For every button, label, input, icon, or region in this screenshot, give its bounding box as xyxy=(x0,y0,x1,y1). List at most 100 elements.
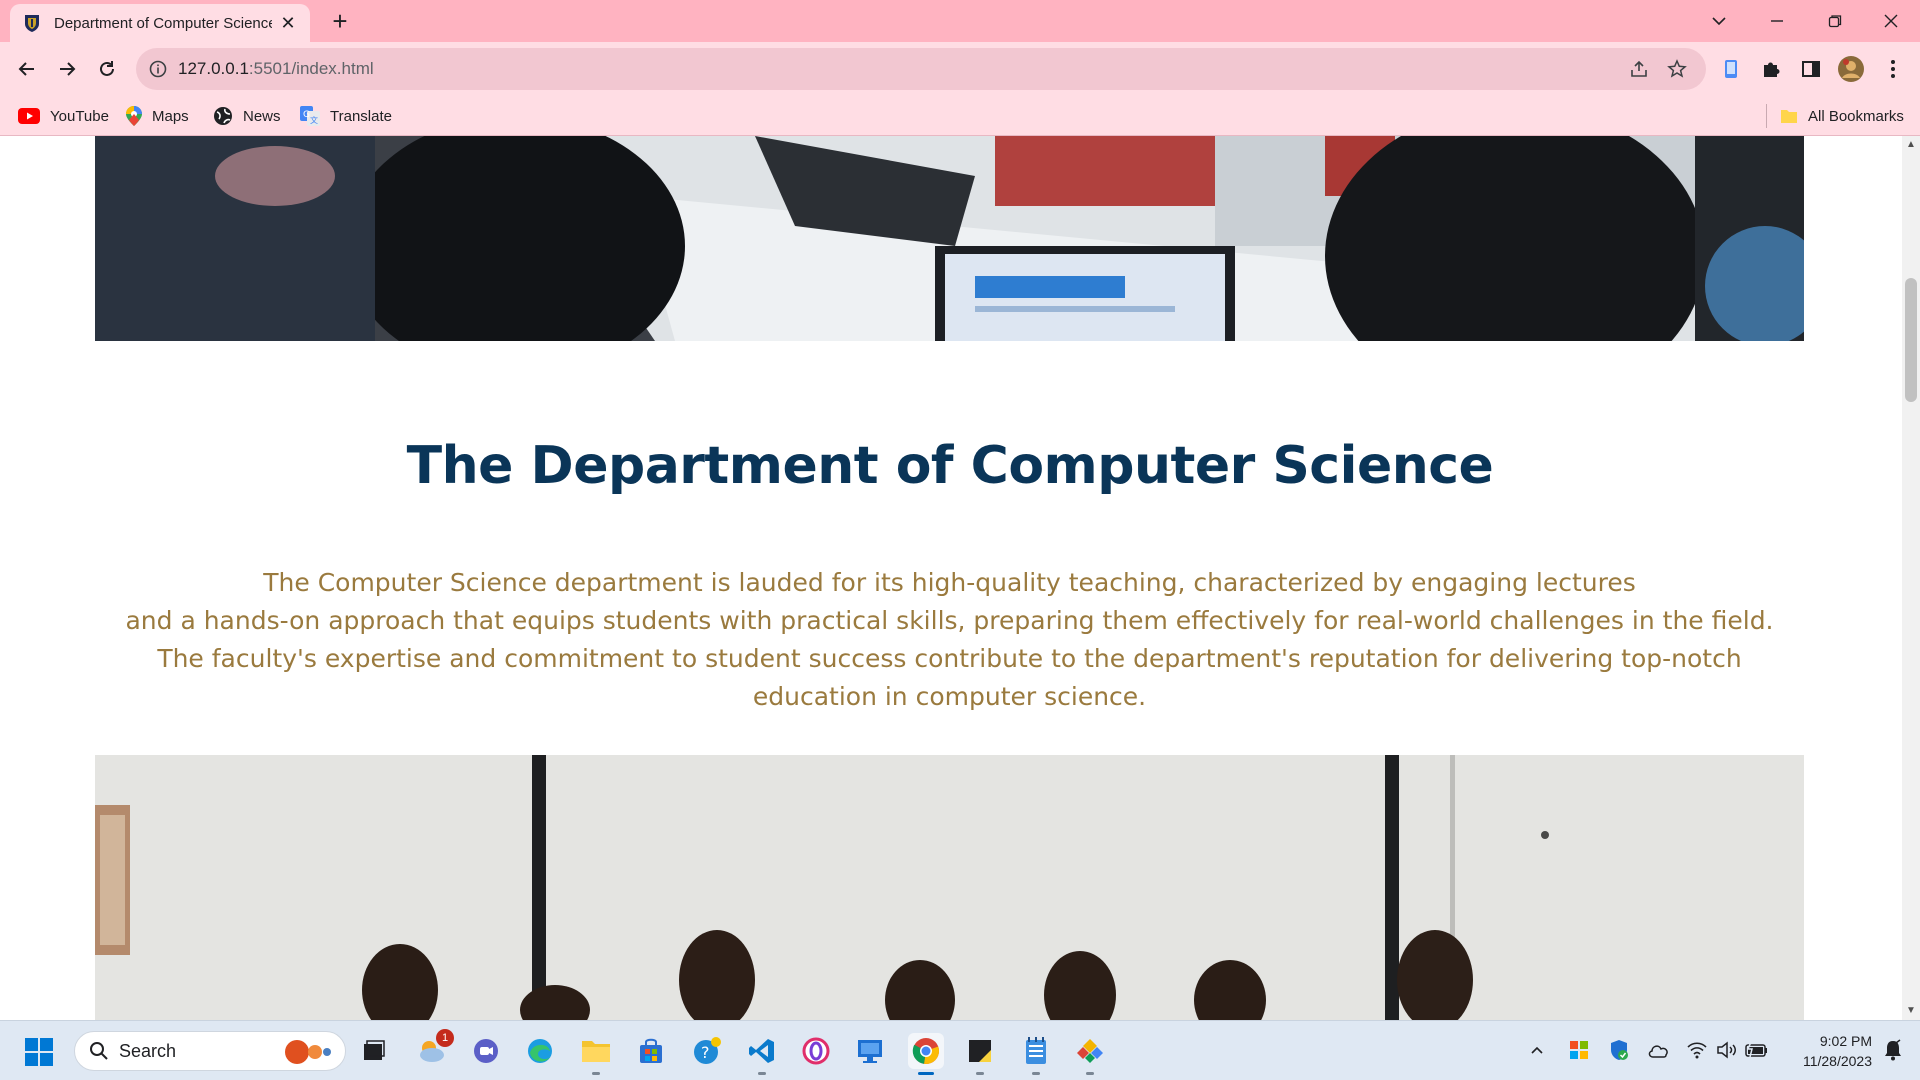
avatar-icon xyxy=(1838,56,1864,82)
restore-button[interactable] xyxy=(1806,0,1864,42)
tray-volume[interactable] xyxy=(1714,1037,1740,1063)
translate-extension-icon xyxy=(1725,60,1737,78)
chevron-up-icon xyxy=(1531,1046,1543,1054)
vscode-icon xyxy=(749,1039,774,1063)
close-icon xyxy=(1884,14,1898,28)
taskbar-app-design-tool[interactable] xyxy=(1072,1033,1108,1075)
svg-text:G: G xyxy=(303,110,310,120)
maps-pin-icon xyxy=(126,106,142,126)
students-photo xyxy=(95,755,1804,1020)
chrome-menu-button[interactable] xyxy=(1880,56,1906,82)
windows-start-icon[interactable] xyxy=(24,1037,54,1067)
new-tab-button[interactable]: + xyxy=(326,8,354,36)
speaker-icon xyxy=(1717,1041,1736,1059)
page-viewport: The Department of Computer Science The C… xyxy=(0,136,1920,1020)
reload-button[interactable] xyxy=(92,54,122,84)
clock-date: 11/28/2023 xyxy=(1802,1053,1872,1069)
notification-badge: 1 xyxy=(436,1029,454,1047)
browser-toolbar: 127.0.0.1:5501/index.html xyxy=(0,42,1920,96)
help-question-icon: ? xyxy=(694,1037,721,1064)
url-text[interactable]: 127.0.0.1:5501/index.html xyxy=(178,59,374,79)
chevron-down-icon xyxy=(1712,17,1726,26)
tab-close-icon[interactable]: ✕ xyxy=(278,13,298,33)
bookmarks-divider xyxy=(1766,104,1767,128)
scroll-up-arrow-icon[interactable]: ▲ xyxy=(1902,136,1920,154)
show-hidden-icons-button[interactable] xyxy=(1524,1037,1550,1063)
description-line: The faculty's expertise and commitment t… xyxy=(157,644,1742,673)
bookmark-translate-label: Translate xyxy=(330,107,392,125)
bookmark-maps[interactable]: Maps xyxy=(126,104,189,128)
kebab-menu-icon xyxy=(1891,60,1895,78)
folder-icon xyxy=(582,1041,610,1062)
taskbar-app-store[interactable] xyxy=(633,1033,669,1069)
minimize-button[interactable] xyxy=(1748,0,1806,42)
site-info-icon[interactable] xyxy=(148,59,168,79)
translate-icon: G文 xyxy=(300,106,320,126)
close-window-button[interactable] xyxy=(1862,0,1920,42)
taskbar-app-task-view[interactable] xyxy=(356,1033,392,1069)
tray-battery[interactable] xyxy=(1744,1037,1770,1063)
diamond-shapes-icon xyxy=(1077,1039,1103,1063)
taskbar-app-chrome[interactable] xyxy=(908,1033,944,1075)
minimize-icon xyxy=(1771,20,1783,22)
forward-button[interactable] xyxy=(52,54,82,84)
back-button[interactable] xyxy=(12,54,42,84)
bookmark-news-label: News xyxy=(243,107,281,125)
tray-wifi[interactable] xyxy=(1684,1037,1710,1063)
share-icon[interactable] xyxy=(1628,58,1650,80)
taskbar-app-teams-chat[interactable] xyxy=(468,1033,504,1069)
running-indicator xyxy=(592,1072,600,1075)
url-path: :5501/index.html xyxy=(248,59,374,78)
bookmark-youtube-label: YouTube xyxy=(50,107,109,125)
tray-onedrive[interactable] xyxy=(1646,1037,1672,1063)
tray-notifications[interactable] xyxy=(1880,1037,1906,1063)
notepad-icon xyxy=(1026,1037,1046,1064)
running-indicator xyxy=(976,1072,984,1075)
bookmark-star-icon[interactable] xyxy=(1666,58,1688,80)
bookmark-news[interactable]: News xyxy=(213,104,281,128)
taskbar-app-sticky-notes[interactable] xyxy=(962,1033,998,1075)
search-highlight-icon xyxy=(285,1040,331,1064)
opera-icon xyxy=(802,1037,830,1065)
arrow-right-icon xyxy=(60,62,76,76)
youtube-icon xyxy=(18,108,40,124)
restore-icon xyxy=(1828,15,1842,28)
tab-search-button[interactable] xyxy=(1690,0,1748,42)
side-panel-button[interactable] xyxy=(1798,56,1824,82)
taskbar-clock[interactable]: 9:02 PM 11/28/2023 xyxy=(1782,1031,1872,1071)
profile-avatar[interactable] xyxy=(1838,56,1864,82)
chrome-icon xyxy=(912,1038,939,1064)
taskbar-app-edge[interactable] xyxy=(522,1033,558,1069)
all-bookmarks-button[interactable]: All Bookmarks xyxy=(1780,104,1904,128)
search-label: Search xyxy=(119,1040,177,1061)
battery-charging-icon xyxy=(1745,1042,1767,1058)
running-indicator xyxy=(758,1072,766,1075)
arrow-left-icon xyxy=(18,62,34,76)
taskbar-app-weather[interactable]: 1 xyxy=(414,1029,454,1069)
taskbar-app-opera-gx[interactable] xyxy=(798,1033,834,1069)
tray-security[interactable] xyxy=(1606,1037,1632,1063)
classroom-photo xyxy=(95,136,1804,341)
taskbar-app-notepad[interactable] xyxy=(1018,1033,1054,1075)
taskbar-app-vscode[interactable] xyxy=(744,1033,780,1075)
svg-text:?: ? xyxy=(701,1043,710,1062)
description-line: education in computer science. xyxy=(752,682,1147,711)
taskbar-app-hp-support[interactable]: ? xyxy=(690,1033,726,1069)
browser-tab[interactable]: Department of Computer Science ✕ xyxy=(10,4,310,42)
tray-office-app[interactable] xyxy=(1566,1037,1592,1063)
clock-time: 9:02 PM xyxy=(1819,1033,1872,1049)
page-scrollbar[interactable]: ▲ ▼ xyxy=(1902,136,1920,1020)
bookmark-translate[interactable]: G文 Translate xyxy=(300,104,392,128)
university-crest-icon xyxy=(25,15,39,32)
scroll-down-arrow-icon[interactable]: ▼ xyxy=(1902,1002,1920,1020)
taskbar-search-box[interactable]: Search xyxy=(74,1031,346,1071)
scroll-thumb[interactable] xyxy=(1905,278,1917,402)
reload-icon xyxy=(100,61,114,76)
extensions-button[interactable] xyxy=(1758,56,1784,82)
extension-translate-button[interactable] xyxy=(1718,56,1744,82)
taskbar-app-remote-desktop[interactable] xyxy=(852,1033,888,1069)
address-bar[interactable]: 127.0.0.1:5501/index.html xyxy=(136,48,1706,90)
section-description: The Computer Science department is laude… xyxy=(95,564,1804,716)
bookmark-youtube[interactable]: YouTube xyxy=(18,104,109,128)
taskbar-app-file-explorer[interactable] xyxy=(578,1033,614,1075)
